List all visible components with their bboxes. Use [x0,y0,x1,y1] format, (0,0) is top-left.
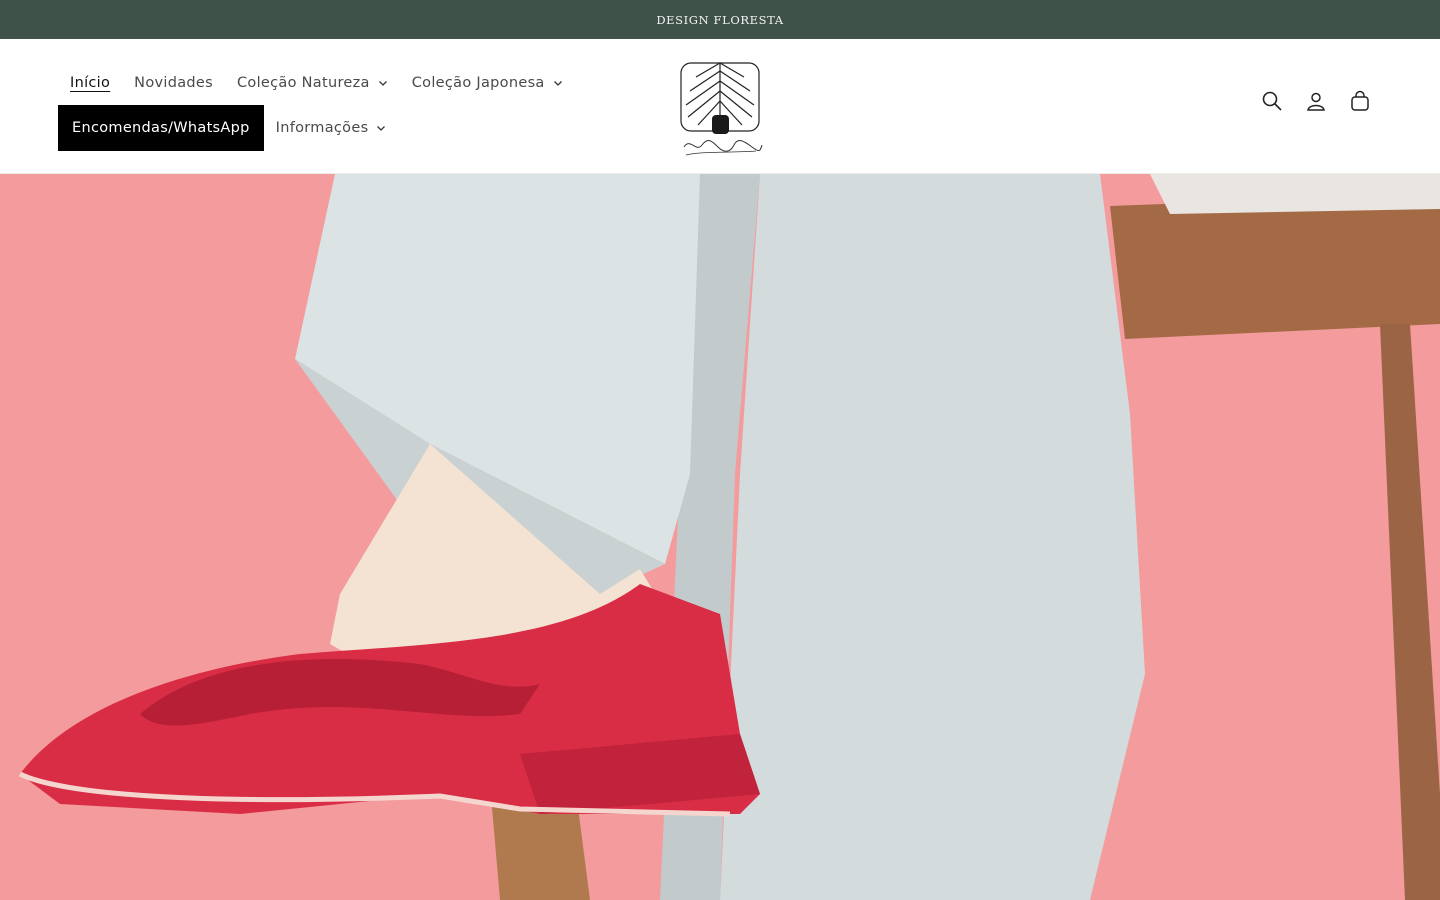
announcement-text: DESIGN FLORESTA [656,12,784,27]
nav-item-encomendas-whatsapp[interactable]: Encomendas/WhatsApp [58,105,264,151]
account-icon[interactable] [1302,87,1330,115]
nav-item-colecao-natureza[interactable]: Coleção Natureza [225,63,400,103]
nav-item-novidades[interactable]: Novidades [122,63,225,103]
hero-banner[interactable] [0,174,1440,900]
chevron-down-icon [378,78,388,88]
site-header: Início Novidades Coleção Natureza Coleçã… [0,39,1440,174]
nav-item-informacoes[interactable]: Informações [264,105,399,151]
nav-label: Início [70,75,111,91]
announcement-bar: DESIGN FLORESTA [0,0,1440,39]
search-icon[interactable] [1258,87,1286,115]
cart-icon[interactable] [1346,87,1374,115]
nav-label: Encomendas/WhatsApp [72,120,250,136]
nav-row-1: Início Novidades Coleção Natureza Coleçã… [58,63,575,103]
nav-row-2: Encomendas/WhatsApp Informações [58,105,398,151]
brand-logo[interactable] [672,57,768,161]
hero-image [0,174,1440,900]
header-icons [1258,87,1374,115]
chevron-down-icon [376,123,386,133]
chevron-down-icon [553,78,563,88]
nav-item-inicio[interactable]: Início [58,63,122,103]
nav-item-colecao-japonesa[interactable]: Coleção Japonesa [400,63,575,103]
nav-label: Informações [275,120,369,136]
nav-label: Coleção Japonesa [411,75,545,91]
nav-label: Novidades [134,75,213,91]
nav-label: Coleção Natureza [236,75,370,91]
